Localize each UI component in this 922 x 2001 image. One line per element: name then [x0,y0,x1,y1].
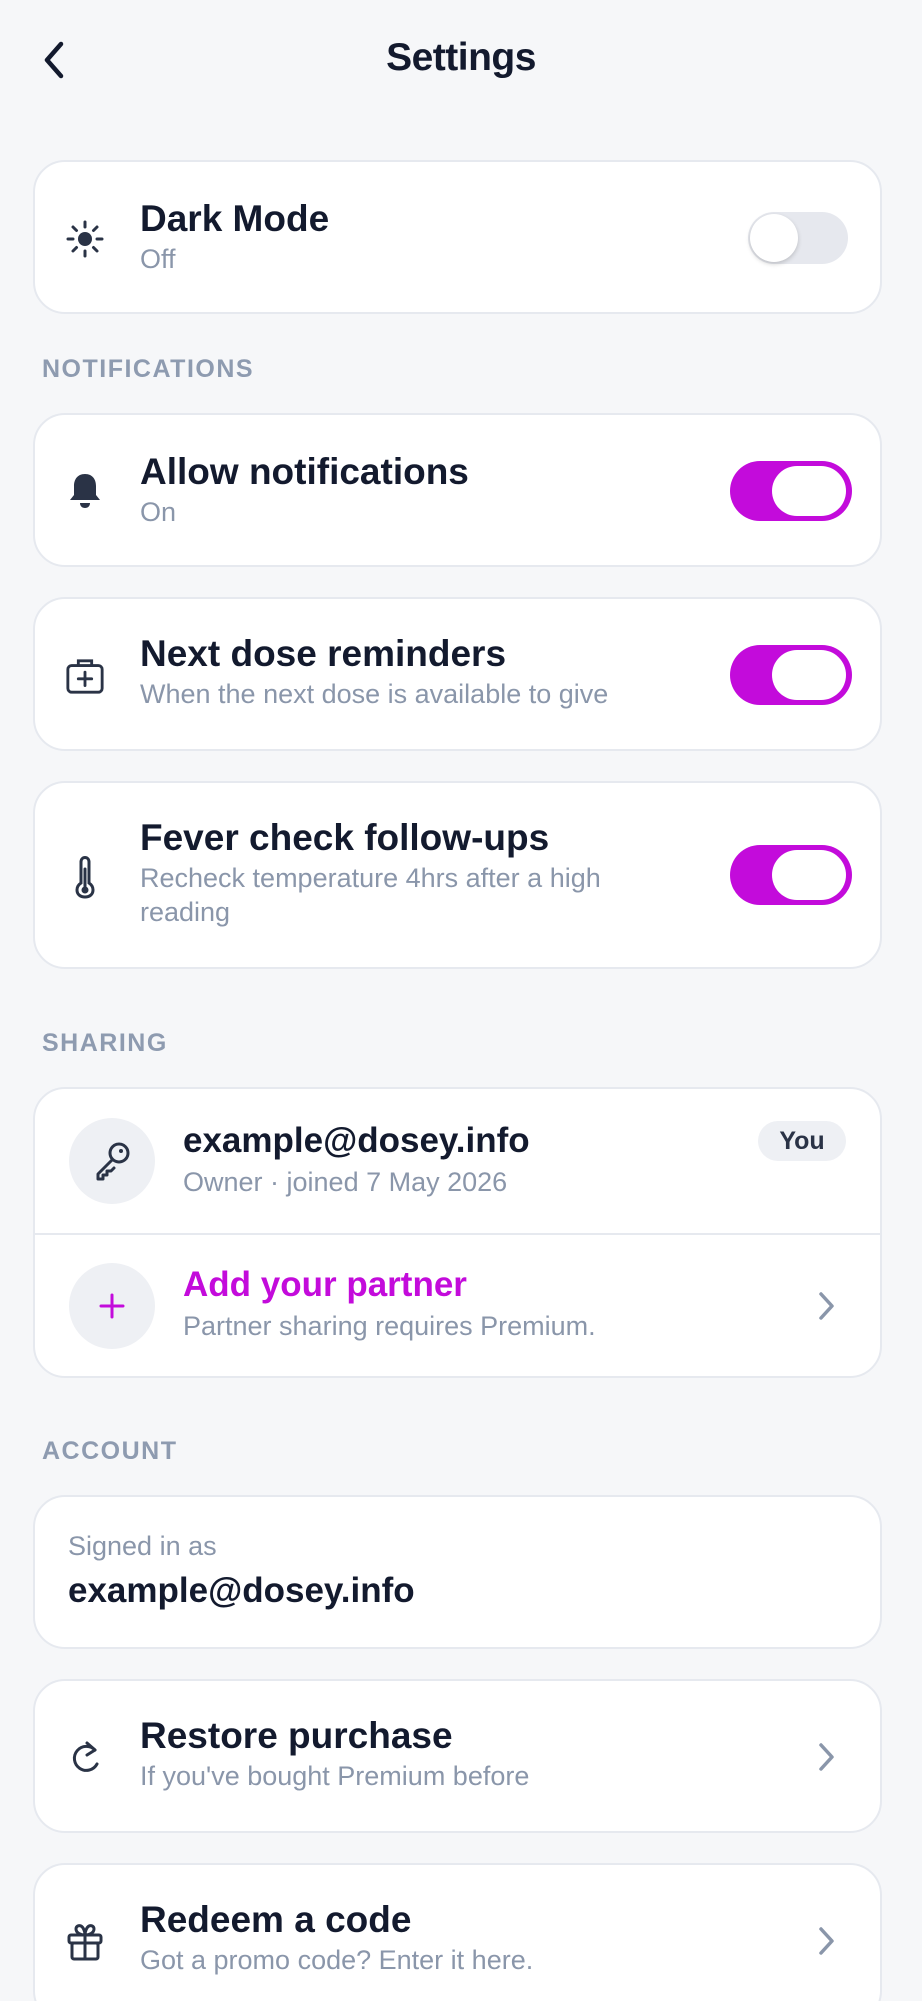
gift-icon [65,1922,105,1962]
thermometer-icon [65,855,105,899]
allow-notifications-status: On [140,497,177,527]
dark-mode-title: Dark Mode [140,198,330,239]
fever-check-subtitle-line2: reading [140,897,231,927]
add-partner-title: Add your partner [183,1265,467,1304]
restore-purchase-subtitle: If you've bought Premium before [140,1761,530,1791]
page-title: Settings [386,36,536,79]
sun-icon [65,219,105,259]
header: Settings [0,0,922,122]
allow-notifications-toggle[interactable] [730,461,852,521]
redeem-code-row[interactable]: Redeem a code Got a promo code? Enter it… [33,1863,882,2001]
owner-email: example@dosey.info [183,1121,530,1160]
allow-notifications-title: Allow notifications [140,451,469,492]
medical-bag-icon [65,656,105,696]
toggle-knob [772,850,846,900]
dark-mode-toggle[interactable] [748,212,848,264]
redeem-code-subtitle: Got a promo code? Enter it here. [140,1945,534,1975]
fever-check-title: Fever check follow-ups [140,817,550,858]
signed-in-label: Signed in as [68,1531,217,1561]
fever-check-subtitle-line1: Recheck temperature 4hrs after a high [140,863,601,893]
toggle-knob [772,466,846,516]
toggle-knob [750,214,798,262]
owner-subtitle: Owner · joined 7 May 2026 [183,1167,508,1197]
redeem-code-title: Redeem a code [140,1899,412,1940]
dark-mode-card: Dark Mode Off [33,160,882,314]
fever-check-toggle[interactable] [730,845,852,905]
bell-icon [65,470,105,510]
chevron-right-icon [814,1286,838,1326]
chevron-right-icon [814,1921,838,1961]
account-section-label: ACCOUNT [42,1437,178,1465]
sharing-card: example@dosey.info Owner · joined 7 May … [33,1087,882,1378]
next-dose-card: Next dose reminders When the next dose i… [33,597,882,751]
signed-in-email: example@dosey.info [68,1571,415,1610]
key-icon [96,1142,130,1181]
you-badge: You [758,1121,846,1161]
next-dose-title: Next dose reminders [140,633,507,674]
add-partner-row[interactable]: Add your partner Partner sharing require… [35,1235,880,1378]
refresh-icon [65,1738,105,1778]
next-dose-subtitle: When the next dose is available to give [140,679,609,709]
sharing-section-label: SHARING [42,1029,168,1057]
add-partner-subtitle: Partner sharing requires Premium. [183,1311,596,1341]
next-dose-toggle[interactable] [730,645,852,705]
owner-row: example@dosey.info Owner · joined 7 May … [35,1089,880,1233]
plus-icon [99,1293,125,1319]
settings-screen: Settings Dark Mode Off NOTIFICATIONS All… [0,0,922,2001]
chevron-right-icon [814,1737,838,1777]
restore-purchase-title: Restore purchase [140,1715,453,1756]
owner-avatar [69,1118,155,1204]
signed-in-card: Signed in as example@dosey.info [33,1495,882,1649]
dark-mode-status: Off [140,244,176,274]
fever-check-card: Fever check follow-ups Recheck temperatu… [33,781,882,969]
toggle-knob [772,650,846,700]
notifications-section-label: NOTIFICATIONS [42,355,255,383]
partner-avatar [69,1263,155,1349]
restore-purchase-row[interactable]: Restore purchase If you've bought Premiu… [33,1679,882,1833]
allow-notifications-card: Allow notifications On [33,413,882,567]
